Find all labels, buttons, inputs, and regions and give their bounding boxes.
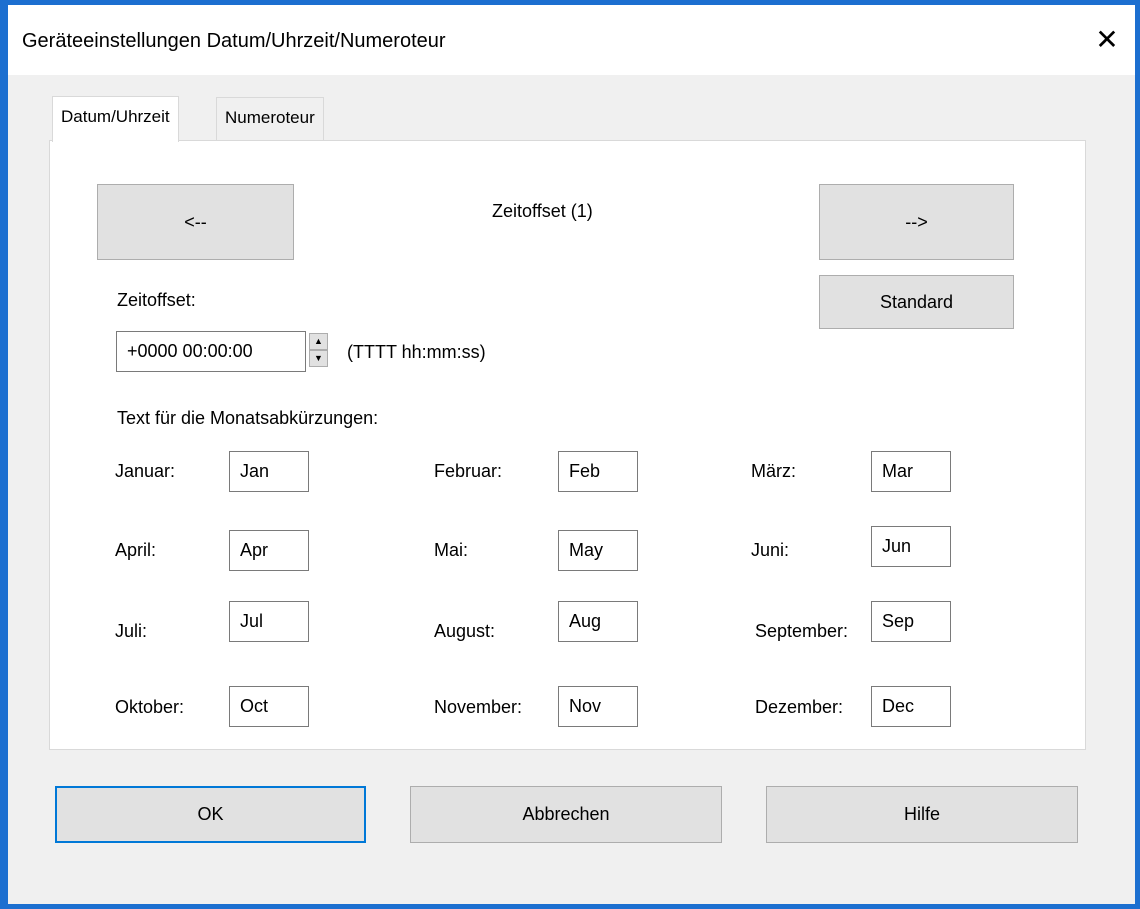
spin-down-icon[interactable]: ▼ <box>309 350 328 367</box>
window-title: Geräteeinstellungen Datum/Uhrzeit/Numero… <box>22 30 446 52</box>
month-field-februar[interactable]: Feb <box>558 451 638 492</box>
month-field-mai[interactable]: May <box>558 530 638 571</box>
tab-numeroteur[interactable]: Numeroteur <box>216 97 324 140</box>
month-field-oktober[interactable]: Oct <box>229 686 309 727</box>
month-label-maerz: März: <box>751 461 796 481</box>
month-field-september[interactable]: Sep <box>871 601 951 642</box>
offset-label: Zeitoffset: <box>117 290 196 310</box>
month-field-januar[interactable]: Jan <box>229 451 309 492</box>
title-bar: Geräteeinstellungen Datum/Uhrzeit/Numero… <box>8 5 1135 75</box>
month-label-april: April: <box>115 540 157 560</box>
offset-spinner[interactable]: ▲ ▼ <box>309 333 328 368</box>
offset-format-hint: (TTTT hh:mm:ss) <box>347 342 486 362</box>
cancel-button[interactable]: Abbrechen <box>410 786 722 843</box>
month-label-juni: Juni: <box>751 540 790 560</box>
month-field-juli[interactable]: Jul <box>229 601 309 642</box>
months-heading: Text für die Monatsabkürzungen: <box>117 408 379 428</box>
month-field-november[interactable]: Nov <box>558 686 638 727</box>
month-label-november: November: <box>434 697 523 717</box>
spin-up-icon[interactable]: ▲ <box>309 333 328 350</box>
offset-heading: Zeitoffset (1) <box>492 201 593 221</box>
month-label-mai: Mai: <box>434 540 469 560</box>
tab-datum-uhrzeit[interactable]: Datum/Uhrzeit <box>52 96 179 142</box>
next-button[interactable]: --> <box>819 184 1014 260</box>
month-label-juli: Juli: <box>115 621 148 641</box>
ok-button[interactable]: OK <box>55 786 366 843</box>
month-label-dezember: Dezember: <box>755 697 844 717</box>
month-field-maerz[interactable]: Mar <box>871 451 951 492</box>
month-label-oktober: Oktober: <box>115 697 185 717</box>
month-field-august[interactable]: Aug <box>558 601 638 642</box>
help-button[interactable]: Hilfe <box>766 786 1078 843</box>
offset-input[interactable]: +0000 00:00:00 <box>116 331 306 372</box>
standard-button[interactable]: Standard <box>819 275 1014 329</box>
month-label-september: September: <box>755 621 849 641</box>
month-field-dezember[interactable]: Dec <box>871 686 951 727</box>
previous-button[interactable]: <-- <box>97 184 294 260</box>
month-label-august: August: <box>434 621 496 641</box>
close-icon[interactable]: ✕ <box>1083 15 1131 65</box>
month-field-juni[interactable]: Jun <box>871 526 951 567</box>
month-label-januar: Januar: <box>115 461 176 481</box>
month-label-februar: Februar: <box>434 461 503 481</box>
month-field-april[interactable]: Apr <box>229 530 309 571</box>
